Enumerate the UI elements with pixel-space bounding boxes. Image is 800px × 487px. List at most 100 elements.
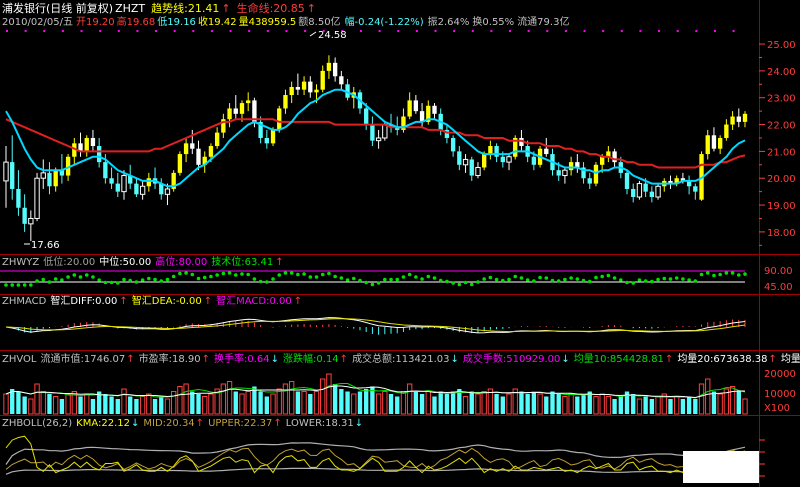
wyz-dot bbox=[650, 279, 654, 284]
signal-dot bbox=[509, 30, 512, 32]
wyz-dot bbox=[575, 277, 580, 281]
wyz-dot bbox=[631, 281, 636, 285]
candle-body bbox=[314, 89, 319, 93]
wyz-dot bbox=[283, 271, 288, 275]
volume-bar bbox=[270, 393, 276, 415]
trend-line bbox=[5, 88, 746, 188]
candle bbox=[295, 73, 301, 96]
candle bbox=[631, 183, 636, 203]
candle bbox=[28, 210, 34, 242]
wyz-dot bbox=[221, 271, 226, 276]
candle-body bbox=[139, 185, 146, 195]
candle-body bbox=[177, 154, 183, 173]
wyz-dot bbox=[246, 272, 250, 277]
signal-dot bbox=[61, 30, 64, 32]
volume-bar bbox=[612, 399, 617, 414]
candle bbox=[724, 119, 729, 141]
candles bbox=[3, 55, 748, 242]
candle bbox=[575, 154, 580, 173]
price-tick-label: 19.00 bbox=[767, 201, 796, 212]
candle bbox=[450, 135, 456, 157]
wyz-dot bbox=[513, 274, 518, 279]
wyz-dot bbox=[606, 273, 611, 278]
candle bbox=[233, 95, 238, 120]
wyz-dot bbox=[370, 282, 375, 287]
candle-body bbox=[270, 129, 276, 144]
wyz-dot bbox=[550, 278, 555, 283]
candle bbox=[375, 129, 382, 149]
boll-mid-line bbox=[5, 447, 746, 470]
candle-body bbox=[103, 162, 108, 179]
wyz-dot bbox=[668, 277, 673, 281]
volume-bar bbox=[103, 394, 108, 414]
candle bbox=[649, 186, 655, 203]
candle bbox=[214, 127, 220, 149]
signal-dot bbox=[136, 30, 139, 32]
candle bbox=[258, 116, 263, 144]
volume-bar bbox=[395, 396, 400, 414]
candle bbox=[674, 175, 679, 187]
candle-body bbox=[47, 172, 52, 187]
candle-body bbox=[413, 100, 419, 112]
volume-bar bbox=[288, 381, 295, 415]
volume-bar bbox=[581, 394, 586, 414]
candle bbox=[711, 127, 717, 152]
volume-bar bbox=[357, 391, 363, 414]
candle-body bbox=[599, 156, 605, 165]
chart-root: 浦发银行(日线 前复权) ZHZT 趋势线:21.41 ↑ 生命线:20.85 ↑ 201… bbox=[0, 0, 800, 487]
chart-frame bbox=[0, 0, 800, 487]
volume-bar bbox=[202, 396, 208, 415]
candle-body bbox=[134, 183, 139, 195]
candle-body bbox=[326, 62, 332, 71]
volume-bar bbox=[40, 391, 46, 415]
candle bbox=[289, 81, 294, 104]
wyz-dot bbox=[426, 274, 431, 279]
wyz-dot bbox=[97, 278, 101, 282]
wyz-dot bbox=[4, 283, 8, 287]
wyz-dot bbox=[538, 275, 542, 280]
price-tick-label: 23.00 bbox=[767, 94, 796, 105]
wyz-dot bbox=[494, 277, 499, 282]
volume-bar bbox=[432, 396, 437, 414]
candle-body bbox=[693, 186, 698, 192]
volume-bar bbox=[575, 396, 580, 414]
signal-dot bbox=[490, 30, 493, 32]
signal-dot bbox=[713, 30, 716, 32]
wyz-dot bbox=[122, 277, 126, 282]
volume-bar bbox=[90, 399, 96, 414]
signal-dot bbox=[546, 30, 549, 32]
candle bbox=[593, 162, 599, 187]
wyz-dot bbox=[488, 275, 493, 280]
wyz-dot bbox=[556, 279, 561, 283]
candle-body bbox=[562, 169, 568, 177]
volume-bar bbox=[308, 394, 313, 414]
candle bbox=[419, 103, 425, 128]
volume-bar bbox=[146, 393, 152, 415]
wyz-dot bbox=[22, 283, 27, 287]
candle bbox=[134, 178, 139, 198]
volume-bar bbox=[562, 396, 568, 415]
candle bbox=[717, 135, 723, 155]
wyz-dot bbox=[532, 279, 536, 283]
candle-body bbox=[308, 81, 313, 93]
blank-overlay bbox=[683, 451, 759, 483]
wyz-dot bbox=[358, 278, 362, 283]
wyz-dot bbox=[140, 278, 145, 282]
wyz-dot bbox=[401, 275, 406, 279]
volume-bar bbox=[16, 391, 21, 414]
candle bbox=[90, 129, 96, 152]
volume-bar bbox=[419, 394, 425, 414]
volume-bar bbox=[190, 391, 195, 414]
candle bbox=[22, 194, 27, 232]
wyz-dot bbox=[544, 276, 549, 280]
volume-bar bbox=[705, 378, 711, 415]
wyz-dot bbox=[612, 276, 617, 280]
volume-bar bbox=[34, 383, 40, 415]
wyz-dot bbox=[724, 271, 729, 275]
candle-body bbox=[10, 162, 15, 189]
volume-bar bbox=[655, 396, 661, 415]
candle bbox=[730, 111, 735, 130]
candle bbox=[345, 78, 350, 101]
volume-bar bbox=[450, 391, 456, 414]
signal-dot bbox=[192, 30, 195, 32]
